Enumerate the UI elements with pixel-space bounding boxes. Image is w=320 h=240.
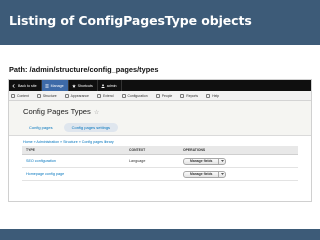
toolbar-item-label: Back to site [18, 83, 37, 88]
type-link[interactable]: SEO configuration [22, 159, 129, 163]
tray-item-content[interactable]: Content [11, 93, 29, 98]
toolbar-item-label: admin [106, 83, 117, 88]
slide-path: Path: /admin/structure/config_pages/type… [9, 65, 159, 74]
toolbar-item-label: Manage [50, 83, 64, 88]
toolbar-item-label: Shortcuts [77, 83, 93, 88]
tray-item-configuration[interactable]: Configuration [121, 93, 148, 98]
back-arrow-icon [12, 83, 15, 88]
tray-item-label: People [161, 93, 173, 98]
slide-footer-bar [0, 229, 320, 240]
tray-item-label: Help [212, 93, 220, 98]
operations-dropbutton: Manage fields [183, 170, 227, 178]
content-icon [11, 93, 15, 98]
breadcrumb[interactable]: Home » Administration » Structure » Conf… [23, 140, 114, 144]
reports-icon [180, 93, 185, 98]
tray-item-label: Reports [186, 93, 199, 98]
tray-item-appearance[interactable]: Appearance [64, 93, 89, 98]
column-header-operations: OPERATIONS [183, 148, 206, 152]
page-title-text: Config Pages Types [23, 107, 91, 116]
column-header-context: CONTEXT [129, 148, 146, 152]
tray-item-people[interactable]: People [155, 93, 173, 98]
context-value: Language [129, 159, 146, 163]
chevron-down-icon [220, 173, 224, 175]
manage-fields-button[interactable]: Manage fields [184, 172, 218, 177]
page-title: Config Pages Types ☆ [23, 107, 99, 116]
tray-item-reports[interactable]: Reports [180, 93, 199, 98]
type-link[interactable]: Homepage config page [22, 172, 129, 176]
appearance-icon [64, 93, 69, 98]
extend-icon [96, 93, 101, 98]
help-icon [206, 93, 211, 98]
slide-title: Listing of ConfigPagesType objects [9, 13, 252, 28]
structure-icon [36, 93, 41, 98]
admin-tray: Content Structure Appearance Extend Conf… [9, 91, 311, 101]
table-header-row: TYPE CONTEXT OPERATIONS [22, 146, 298, 155]
toolbar-back-to-site[interactable]: Back to site [9, 80, 42, 91]
operations-dropbutton: Manage fields [183, 157, 227, 165]
user-icon [101, 83, 105, 88]
tray-item-label: Configuration [127, 93, 148, 98]
operations-cell: Manage fields [183, 157, 298, 165]
dropbutton-toggle[interactable] [218, 158, 225, 164]
tray-item-label: Extend [102, 93, 114, 98]
tab-config-pages-settings[interactable]: Config pages settings [63, 123, 119, 132]
table-row: Homepage config page Manage fields [22, 168, 298, 181]
config-pages-types-table: TYPE CONTEXT OPERATIONS SEO configuratio… [22, 146, 298, 181]
tray-item-help[interactable]: Help [206, 93, 220, 98]
primary-tabs: Config pages Config pages settings [21, 123, 121, 132]
chevron-down-icon [220, 160, 224, 162]
column-header-type: TYPE [26, 148, 35, 152]
star-icon [71, 83, 76, 88]
toolbar-user[interactable]: admin [98, 80, 122, 91]
operations-cell: Manage fields [183, 170, 298, 178]
admin-toolbar: Back to site Manage Shortcuts admin [9, 80, 311, 91]
toolbar-shortcuts[interactable]: Shortcuts [69, 80, 98, 91]
manage-fields-button[interactable]: Manage fields [184, 159, 218, 164]
menu-icon [44, 84, 49, 87]
tray-item-label: Content [17, 93, 29, 98]
tray-item-extend[interactable]: Extend [96, 93, 114, 98]
shortcut-star-icon[interactable]: ☆ [94, 109, 99, 116]
toolbar-manage[interactable]: Manage [41, 80, 69, 91]
page-header: Config Pages Types ☆ Config pages Config … [9, 101, 311, 136]
dropbutton-toggle[interactable] [218, 171, 225, 177]
wrench-icon [121, 93, 126, 98]
slide-title-bar: Listing of ConfigPagesType objects [0, 0, 320, 45]
screenshot-frame: Back to site Manage Shortcuts admin Cont… [8, 79, 312, 202]
tab-config-pages[interactable]: Config pages [21, 123, 61, 132]
people-icon [155, 93, 160, 98]
table-row: SEO configuration Language Manage fields [22, 155, 298, 168]
tray-item-structure[interactable]: Structure [36, 93, 57, 98]
tray-item-label: Appearance [70, 93, 89, 98]
tray-item-label: Structure [42, 93, 57, 98]
